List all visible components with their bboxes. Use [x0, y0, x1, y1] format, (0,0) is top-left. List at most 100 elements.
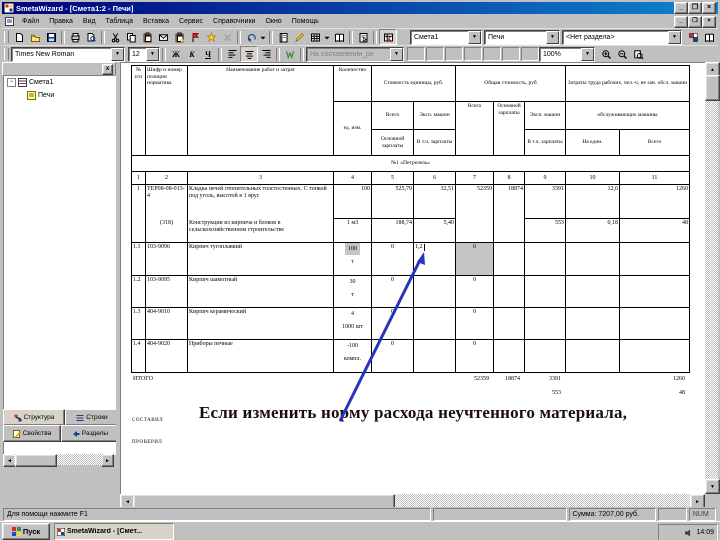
- resources-icon[interactable]: [685, 30, 701, 44]
- cell-r5c3[interactable]: 100: [334, 185, 372, 219]
- format-cell-box[interactable]: [502, 47, 520, 61]
- directories-icon[interactable]: [701, 30, 717, 44]
- cell-r10c3[interactable]: -100 компл.: [334, 340, 372, 373]
- cell-r8c10[interactable]: [620, 276, 690, 308]
- markup-check-icon[interactable]: [282, 47, 298, 61]
- cell-r7c2[interactable]: Кирпич тугоплавкий: [188, 243, 334, 276]
- chevron-down-icon[interactable]: ▼: [146, 47, 159, 61]
- mdi-minimize-button[interactable]: _: [674, 15, 688, 28]
- format-cell-box[interactable]: [521, 47, 539, 61]
- cell-r5c2[interactable]: Кладка печей отопительных толстостенных.…: [188, 185, 334, 219]
- cell-r9c6[interactable]: 0: [456, 308, 494, 340]
- menu-таблица[interactable]: Таблица: [101, 17, 138, 26]
- print-preview-icon[interactable]: [83, 30, 99, 44]
- paste-icon[interactable]: [139, 30, 155, 44]
- mdi-child-icon[interactable]: [5, 17, 14, 26]
- cell-r10c10[interactable]: [620, 340, 690, 373]
- toolbar-grip[interactable]: [4, 31, 9, 43]
- cell-r7c8[interactable]: [525, 243, 566, 276]
- copy-icon[interactable]: [123, 30, 139, 44]
- menu-сервис[interactable]: Сервис: [174, 17, 208, 26]
- chevron-down-icon[interactable]: ▼: [668, 30, 681, 44]
- cell-r7c9[interactable]: [566, 243, 620, 276]
- underline-button[interactable]: Ч: [200, 47, 216, 61]
- task-button-smetawizard[interactable]: SmetaWizard - [Смет...: [54, 523, 174, 540]
- norm-edit-cell[interactable]: 1,2: [414, 243, 456, 276]
- mdi-restore-button[interactable]: ❐: [688, 15, 702, 28]
- cell-r8c9[interactable]: [566, 276, 620, 308]
- cell-r9c3[interactable]: 4 1000 шт: [334, 308, 372, 340]
- chevron-down-icon[interactable]: ▼: [581, 47, 594, 61]
- cell-r6c8[interactable]: 553: [525, 219, 566, 243]
- menu-вид[interactable]: Вид: [78, 17, 101, 26]
- cell-r9c4[interactable]: 0: [372, 308, 414, 340]
- cell-r6c1[interactable]: (318): [146, 219, 188, 243]
- cell-r9c1[interactable]: 404-9010: [146, 308, 188, 340]
- cell-r8c6[interactable]: 0: [456, 276, 494, 308]
- flag-icon[interactable]: [187, 30, 203, 44]
- cell-r8c8[interactable]: [525, 276, 566, 308]
- tab-структура[interactable]: Структура: [3, 409, 65, 426]
- book-icon[interactable]: [331, 30, 347, 44]
- new-document-icon[interactable]: [11, 30, 27, 44]
- cell-r7c3[interactable]: 100 т: [334, 243, 372, 276]
- horizontal-scrollbar[interactable]: ◄ ►: [120, 494, 705, 509]
- toolbar-grip[interactable]: [4, 48, 9, 60]
- format-cell-box[interactable]: [464, 47, 482, 61]
- menu-окно[interactable]: Окно: [260, 17, 286, 26]
- minimize-button[interactable]: _: [674, 2, 688, 14]
- edit-pencil-icon[interactable]: [291, 30, 307, 44]
- menu-вставка[interactable]: Вставка: [138, 17, 174, 26]
- cell-r6c4[interactable]: 188,74: [372, 219, 414, 243]
- paste-special-icon[interactable]: [171, 30, 187, 44]
- scroll-down-icon[interactable]: ▼: [705, 479, 720, 494]
- cell-r8c2[interactable]: Кирпич шамотный: [188, 276, 334, 308]
- cut-icon[interactable]: [107, 30, 123, 44]
- tab-свойства[interactable]: Свойства: [3, 425, 61, 442]
- zoom-in-icon[interactable]: [598, 47, 614, 61]
- tree-expander-icon[interactable]: −: [7, 78, 16, 87]
- cell-r6c3[interactable]: 1 м3: [334, 219, 372, 243]
- tree-item-печи[interactable]: Печи: [18, 89, 115, 102]
- cell-r5c7[interactable]: 18874: [494, 185, 525, 243]
- cell-r10c5[interactable]: [414, 340, 456, 373]
- cell-r8c3[interactable]: 30 т: [334, 276, 372, 308]
- cell-r6c0[interactable]: [132, 219, 146, 243]
- estimate-combobox[interactable]: Смета1 ▼: [410, 29, 482, 45]
- cell-r9c2[interactable]: Кирпич керамический: [188, 308, 334, 340]
- open-icon[interactable]: [27, 30, 43, 44]
- save-icon[interactable]: [43, 30, 59, 44]
- cell-r9c8[interactable]: [525, 308, 566, 340]
- cell-r9c5[interactable]: [414, 308, 456, 340]
- wizard-icon[interactable]: [203, 30, 219, 44]
- cell-r10c1[interactable]: 404-9020: [146, 340, 188, 373]
- cell-r7c4[interactable]: 0: [372, 243, 414, 276]
- menu-правка[interactable]: Правка: [44, 17, 78, 26]
- grid-dropdown-icon[interactable]: [323, 30, 331, 44]
- chevron-down-icon[interactable]: ▼: [111, 47, 124, 61]
- format-cell-box[interactable]: [445, 47, 463, 61]
- cell-r7c1[interactable]: 103-9096: [146, 243, 188, 276]
- zoom-page-icon[interactable]: [630, 47, 646, 61]
- cell-r8c7[interactable]: [494, 276, 525, 308]
- quantity-value[interactable]: 100: [345, 243, 360, 255]
- font-size-combobox[interactable]: 12 ▼: [128, 46, 160, 62]
- undo-icon[interactable]: [243, 30, 259, 44]
- start-button[interactable]: Пуск: [2, 523, 50, 540]
- cell-r6c9[interactable]: 0,18: [566, 219, 620, 243]
- mail-icon[interactable]: [155, 30, 171, 44]
- cell-r5c8[interactable]: 3391: [525, 185, 566, 219]
- properties-icon[interactable]: [355, 30, 371, 44]
- cell-r10c4[interactable]: 0: [372, 340, 414, 373]
- panel-scrollbar[interactable]: ◄ ►: [3, 454, 114, 467]
- cell-r8c0[interactable]: 1.2: [132, 276, 146, 308]
- chevron-down-icon[interactable]: ▼: [390, 47, 403, 61]
- cell-r5c4[interactable]: 525,79: [372, 185, 414, 219]
- cell-r10c7[interactable]: [494, 340, 525, 373]
- print-icon[interactable]: [67, 30, 83, 44]
- maximize-button[interactable]: ❐: [688, 2, 702, 14]
- panel-close-icon[interactable]: x: [102, 64, 113, 75]
- cell-r7c7[interactable]: [494, 243, 525, 276]
- chevron-down-icon[interactable]: ▼: [468, 30, 481, 44]
- grid-icon[interactable]: [307, 30, 323, 44]
